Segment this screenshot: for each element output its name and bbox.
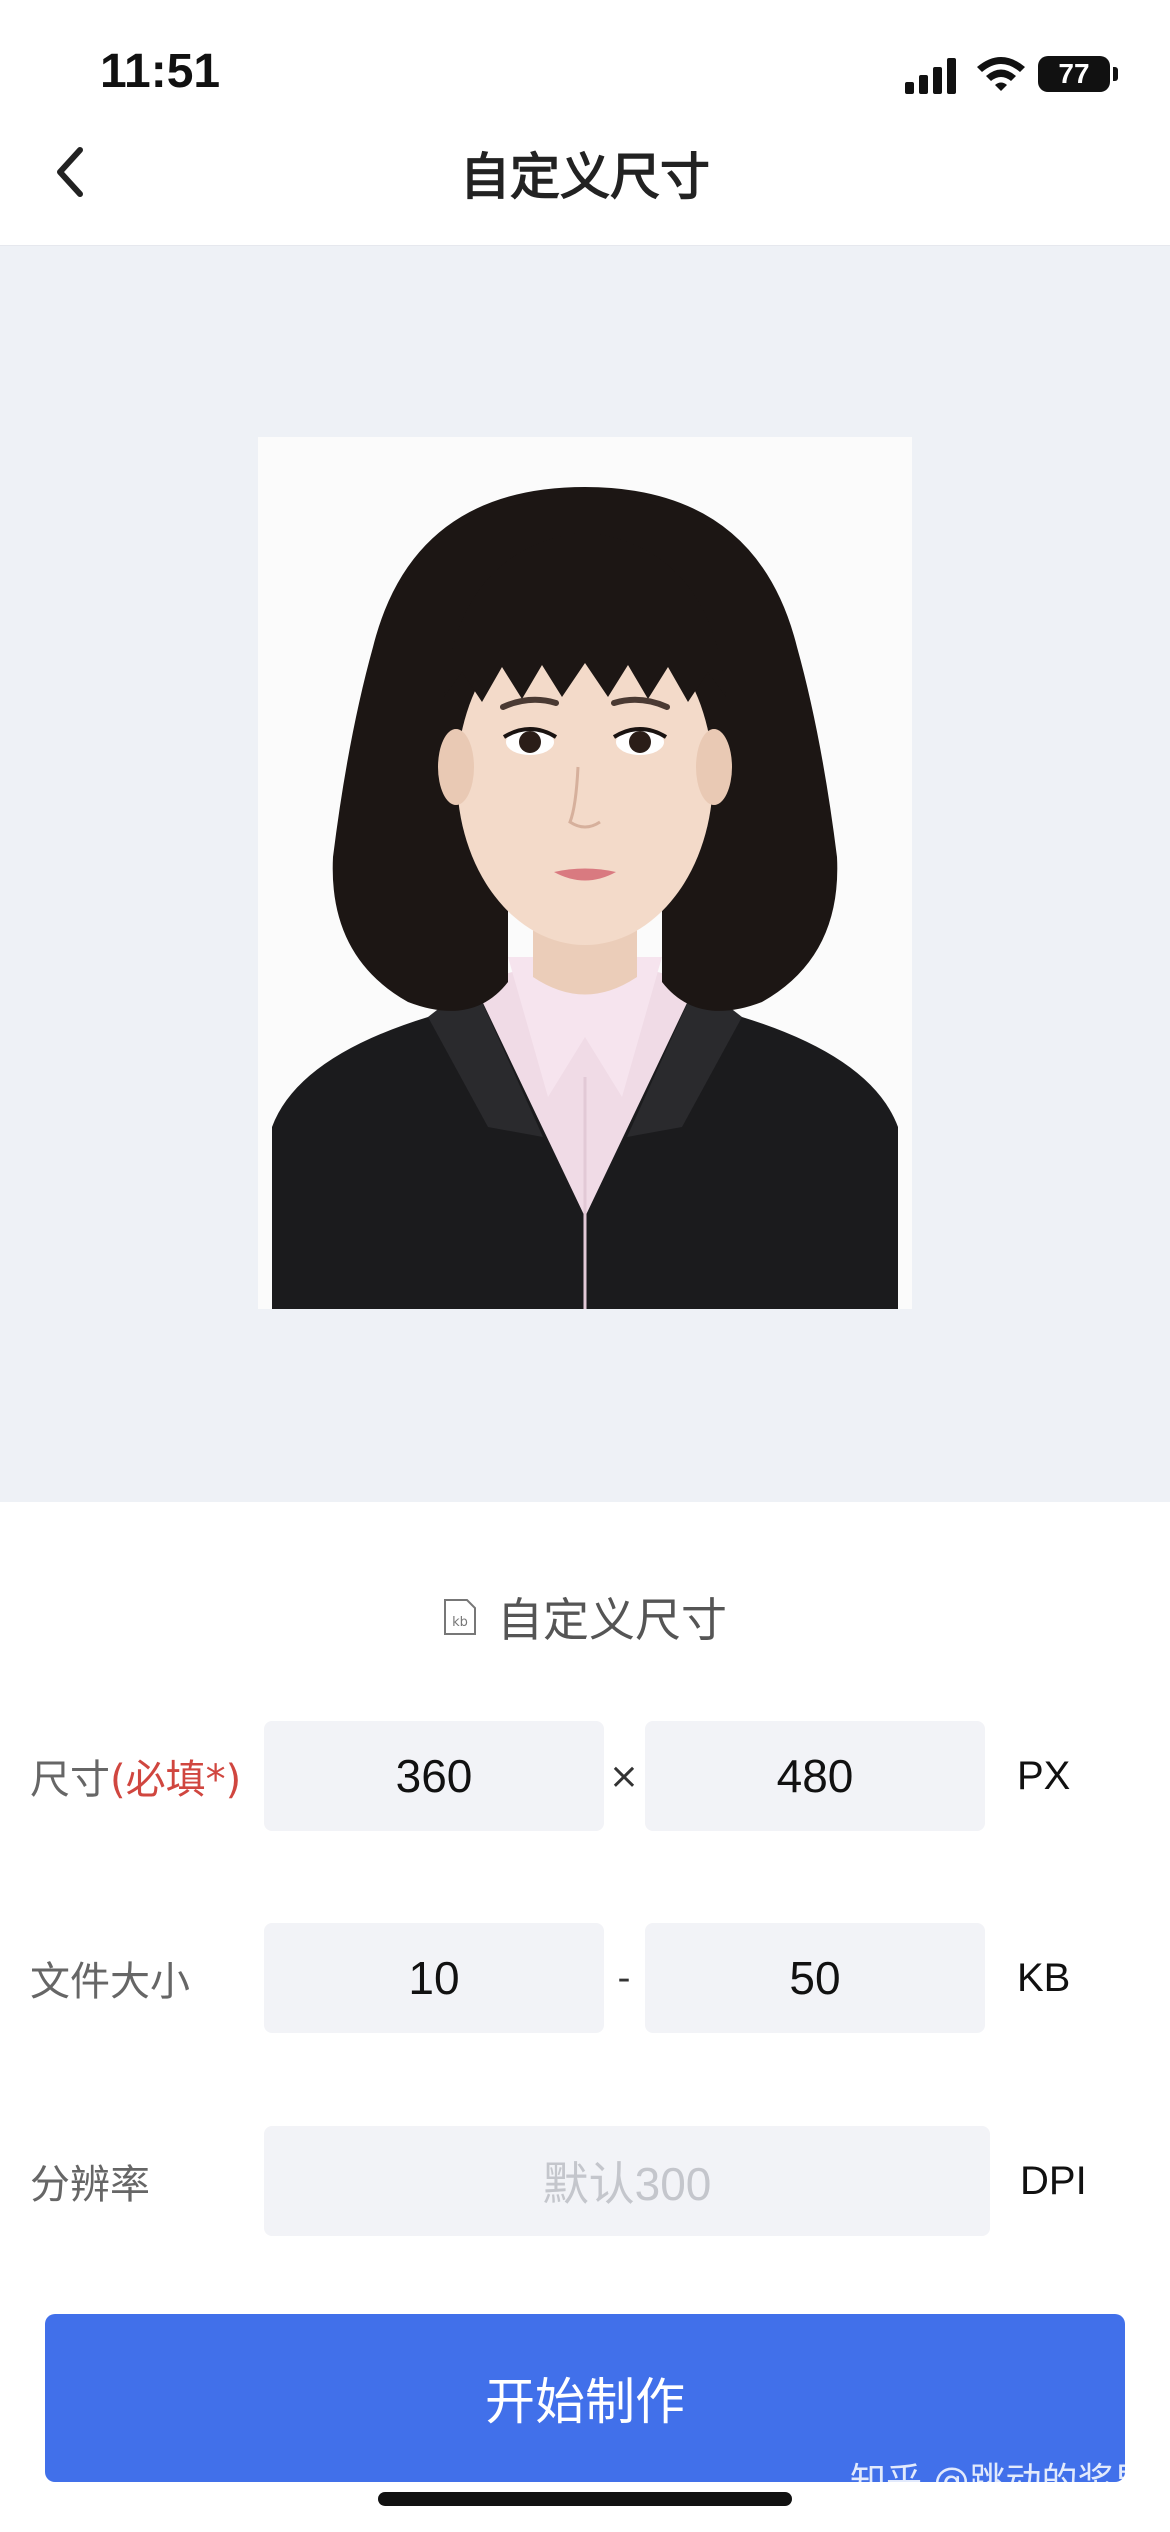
section-title: 自定义尺寸: [497, 1593, 727, 1647]
battery-level: 77: [1058, 58, 1090, 89]
home-indicator: [378, 2492, 792, 2506]
height-input[interactable]: 480: [645, 1721, 985, 1831]
page-title: 自定义尺寸: [460, 147, 710, 206]
resolution-unit: DPI: [1020, 2158, 1087, 2203]
resolution-input[interactable]: 默认300: [264, 2126, 990, 2236]
status-bar: 11:51 77: [0, 0, 1170, 130]
max-size-input[interactable]: 50: [645, 1923, 985, 2033]
back-button[interactable]: [30, 132, 110, 212]
width-input[interactable]: 360: [264, 1721, 604, 1831]
chevron-left-icon: [57, 147, 83, 197]
size-label: 尺寸: [30, 1757, 110, 1803]
photo-preview-area: [0, 246, 1170, 1502]
file-size-separator: -: [617, 1957, 631, 1999]
section-header: kb 自定义尺寸: [0, 1582, 1170, 1652]
portrait-image: [258, 437, 912, 1309]
resolution-label: 分辨率: [30, 2162, 150, 2208]
min-size-input[interactable]: 10: [264, 1923, 604, 2033]
watermark: 知乎 @跳动的浆果: [850, 2461, 1150, 2502]
svg-text:kb: kb: [452, 1615, 468, 1630]
signal-icon: [905, 58, 956, 94]
kb-file-icon: kb: [444, 1599, 476, 1635]
id-photo: [258, 437, 912, 1309]
size-label-row: 尺寸 (必填*): [30, 1721, 241, 1831]
required-marker: (必填*): [110, 1757, 242, 1803]
wifi-icon: [977, 57, 1025, 91]
battery-icon: 77: [1038, 56, 1110, 92]
size-separator: ×: [608, 1755, 640, 1797]
file-size-unit: KB: [1017, 1955, 1071, 2000]
battery-tip: [1113, 67, 1118, 81]
size-unit: PX: [1017, 1753, 1071, 1798]
nav-bar: 自定义尺寸: [0, 130, 1170, 246]
status-time: 11:51: [100, 45, 221, 98]
custom-size-form: kb 自定义尺寸 尺寸 (必填*) 360 × 480 PX 文件大小 10 - …: [0, 1502, 1170, 2532]
file-size-label: 文件大小: [30, 1959, 190, 2005]
